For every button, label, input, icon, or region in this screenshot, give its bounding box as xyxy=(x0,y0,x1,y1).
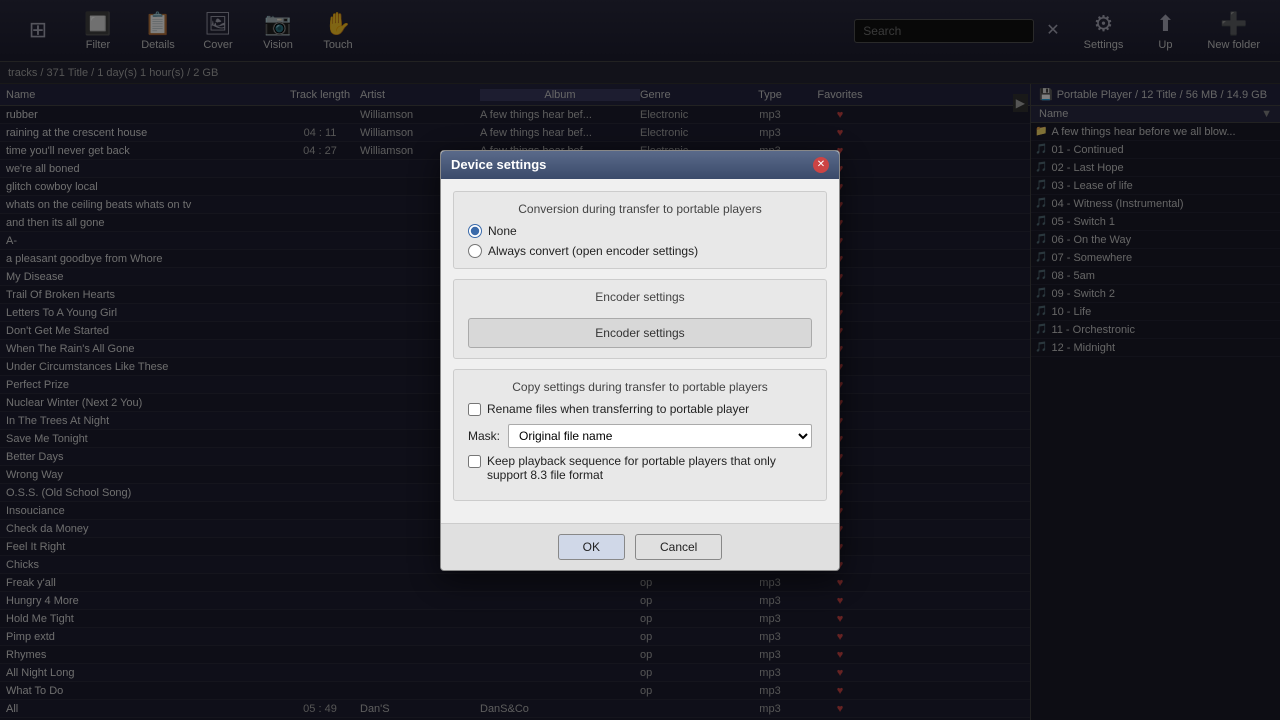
ok-button[interactable]: OK xyxy=(558,534,625,560)
keep-checkbox-item: Keep playback sequence for portable play… xyxy=(468,454,812,482)
rename-label: Rename files when transferring to portab… xyxy=(487,402,749,416)
radio-none-text: None xyxy=(488,224,517,238)
rename-checkbox[interactable] xyxy=(468,403,481,416)
rename-checkbox-item: Rename files when transferring to portab… xyxy=(468,402,812,416)
keep-label: Keep playback sequence for portable play… xyxy=(487,454,812,482)
mask-label: Mask: xyxy=(468,429,500,443)
radio-none-input[interactable] xyxy=(468,224,482,238)
device-settings-dialog: Device settings ✕ Conversion during tran… xyxy=(440,150,840,571)
dialog-titlebar: Device settings ✕ xyxy=(441,151,839,179)
dialog-close-button[interactable]: ✕ xyxy=(813,157,829,173)
dialog-footer: OK Cancel xyxy=(441,523,839,570)
encoder-settings-button[interactable]: Encoder settings xyxy=(468,318,812,348)
radio-none-label[interactable]: None xyxy=(468,224,812,238)
mask-select[interactable]: Original file name xyxy=(508,424,812,448)
radio-always-text: Always convert (open encoder settings) xyxy=(488,244,698,258)
copy-section-title: Copy settings during transfer to portabl… xyxy=(468,380,812,394)
radio-always-label[interactable]: Always convert (open encoder settings) xyxy=(468,244,812,258)
encoder-section: Encoder settings Encoder settings xyxy=(453,279,827,359)
conversion-section: Conversion during transfer to portable p… xyxy=(453,191,827,269)
conversion-radio-group: None Always convert (open encoder settin… xyxy=(468,224,812,258)
modal-overlay: Device settings ✕ Conversion during tran… xyxy=(0,0,1280,720)
keep-checkbox[interactable] xyxy=(468,455,481,468)
conversion-section-title: Conversion during transfer to portable p… xyxy=(468,202,812,216)
radio-always-input[interactable] xyxy=(468,244,482,258)
encoder-section-title: Encoder settings xyxy=(468,290,812,304)
cancel-button[interactable]: Cancel xyxy=(635,534,722,560)
copy-section: Copy settings during transfer to portabl… xyxy=(453,369,827,501)
dialog-body: Conversion during transfer to portable p… xyxy=(441,179,839,523)
mask-row: Mask: Original file name xyxy=(468,424,812,448)
dialog-title: Device settings xyxy=(451,157,546,172)
